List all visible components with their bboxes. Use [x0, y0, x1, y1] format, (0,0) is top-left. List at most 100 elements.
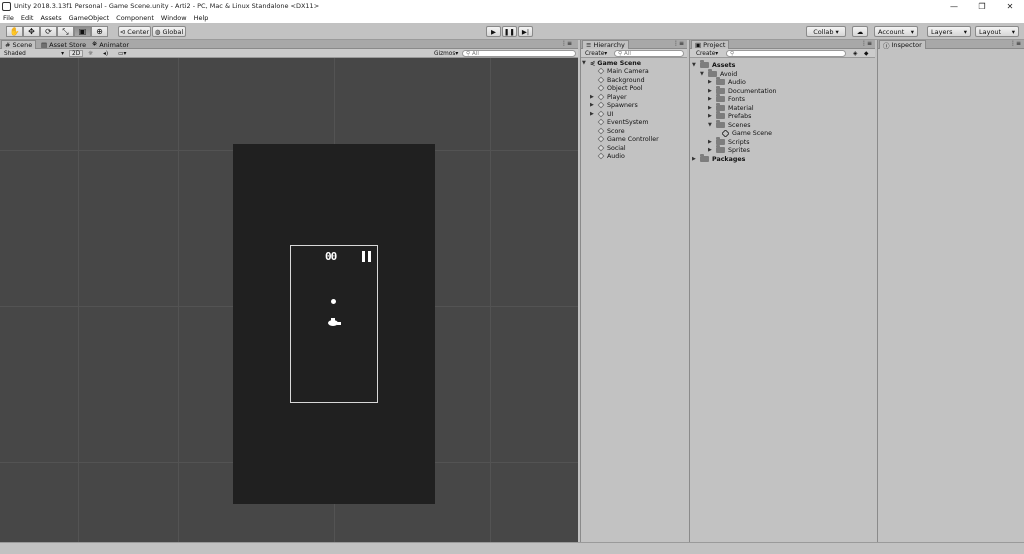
- collapse-arrow-icon[interactable]: ▶: [692, 156, 698, 162]
- collapse-arrow-icon[interactable]: ▶: [708, 79, 714, 85]
- hierarchy-item[interactable]: Main Camera: [597, 67, 649, 76]
- rect-tool-icon[interactable]: ▣: [74, 26, 91, 37]
- collapse-arrow-icon[interactable]: ▶: [708, 96, 714, 102]
- pause-icon: [362, 251, 372, 262]
- expand-arrow-icon[interactable]: ▼: [692, 62, 698, 68]
- close-button[interactable]: ✕: [996, 0, 1024, 12]
- effects-toggle-icon[interactable]: ▭▾: [116, 50, 128, 57]
- expand-arrow-icon[interactable]: ▼: [582, 60, 588, 66]
- filter-by-label-icon[interactable]: ◆: [862, 50, 870, 57]
- hierarchy-item[interactable]: EventSystem: [597, 118, 649, 127]
- menu-component[interactable]: Component: [116, 14, 154, 22]
- search-icon: ⚲: [730, 50, 735, 57]
- tab-animator[interactable]: ⛯ Animator: [89, 40, 132, 49]
- collab-button[interactable]: Collab ▾: [806, 26, 846, 37]
- layout-dropdown[interactable]: Layout ▾: [975, 26, 1019, 37]
- window-title: Unity 2018.3.13f1 Personal - Game Scene.…: [14, 2, 320, 10]
- scene-panel: # Scene ▤ Asset Store ⛯ Animator ⋮≡ Shaded ▾…: [0, 40, 578, 542]
- panel-menu-icon[interactable]: ⋮≡: [861, 40, 872, 47]
- expand-arrow-icon[interactable]: ▼: [700, 71, 706, 77]
- gameobject-icon: [597, 110, 605, 118]
- hierarchy-item[interactable]: Audio: [597, 152, 625, 161]
- dropdown-arrow-icon: ▾: [715, 50, 719, 57]
- collapse-arrow-icon[interactable]: ▶: [708, 139, 714, 145]
- project-packages-root[interactable]: ▶ Packages: [692, 154, 745, 164]
- project-create-dropdown[interactable]: Create ▾: [694, 50, 720, 57]
- pivot-toggle-button[interactable]: ⊲ Center: [118, 26, 151, 37]
- layers-dropdown[interactable]: Layers ▾: [927, 26, 971, 37]
- expand-arrow-icon[interactable]: ▼: [708, 122, 714, 128]
- 2d-mode-toggle[interactable]: 2D: [69, 50, 84, 57]
- project-folder[interactable]: ▶ Prefabs: [708, 111, 751, 121]
- menu-help[interactable]: Help: [194, 14, 209, 22]
- tab-asset-store[interactable]: ▤ Asset Store: [38, 40, 89, 49]
- search-icon: ⚲: [618, 50, 623, 57]
- project-folder[interactable]: ▶ Sprites: [708, 145, 750, 155]
- project-folder[interactable]: ▶ Fonts: [708, 94, 745, 104]
- scene-viewport[interactable]: 00: [0, 58, 578, 542]
- collapse-arrow-icon[interactable]: ▶: [590, 102, 596, 108]
- pause-button[interactable]: ❚❚: [502, 26, 517, 37]
- project-scene-asset[interactable]: Game Scene: [722, 129, 772, 138]
- grid-line: [490, 58, 491, 542]
- folder-icon: [716, 111, 725, 120]
- audio-toggle-icon[interactable]: ◂): [101, 50, 110, 57]
- hierarchy-item[interactable]: Game Controller: [597, 135, 659, 144]
- maximize-button[interactable]: ❐: [968, 0, 996, 12]
- cloud-button[interactable]: ☁: [852, 26, 868, 37]
- tab-inspector[interactable]: ⓘ Inspector: [879, 40, 926, 50]
- tab-scene[interactable]: # Scene: [1, 40, 37, 49]
- transform-tool-icon[interactable]: ⊕: [91, 26, 108, 37]
- panel-menu-icon[interactable]: ⋮≡: [561, 40, 572, 47]
- collapse-arrow-icon[interactable]: ▶: [708, 147, 714, 153]
- collapse-arrow-icon[interactable]: ▶: [708, 105, 714, 111]
- collapse-arrow-icon[interactable]: ▶: [708, 88, 714, 94]
- collapse-arrow-icon[interactable]: ▶: [590, 94, 596, 100]
- step-button[interactable]: ▶|: [518, 26, 533, 37]
- hierarchy-icon: ≡: [586, 41, 592, 49]
- player-sprite: [328, 318, 341, 326]
- gameobject-icon: [597, 93, 605, 101]
- gameobject-icon: [597, 101, 605, 109]
- gizmos-dropdown[interactable]: Gizmos ▾: [432, 50, 460, 57]
- hierarchy-item[interactable]: Object Pool: [597, 84, 643, 93]
- panel-menu-icon[interactable]: ⋮≡: [1010, 40, 1021, 47]
- menu-edit[interactable]: Edit: [21, 14, 34, 22]
- filter-by-type-icon[interactable]: ◈: [851, 50, 859, 57]
- play-button[interactable]: ▶: [486, 26, 501, 37]
- project-search-input[interactable]: ⚲: [726, 50, 846, 57]
- project-folder[interactable]: ▶ Audio: [708, 77, 746, 87]
- cloud-icon: ☁: [856, 27, 864, 36]
- collapse-arrow-icon[interactable]: ▶: [590, 111, 596, 117]
- menu-gameobject[interactable]: GameObject: [69, 14, 110, 22]
- hierarchy-item[interactable]: ▶ Spawners: [590, 101, 638, 110]
- inspector-tabstrip: ⓘ Inspector ⋮≡: [878, 40, 1024, 50]
- minimize-button[interactable]: —: [940, 0, 968, 12]
- hierarchy-search-input[interactable]: ⚲ All: [614, 50, 684, 57]
- info-icon: ⓘ: [883, 42, 890, 50]
- collapse-arrow-icon[interactable]: ▶: [708, 113, 714, 119]
- folder-icon: [716, 77, 725, 86]
- panel-menu-icon[interactable]: ⋮≡: [673, 40, 684, 47]
- project-assets-root[interactable]: ▼ Assets: [692, 60, 735, 70]
- shading-mode-dropdown[interactable]: Shaded ▾: [2, 50, 66, 57]
- hand-tool-icon[interactable]: ✋: [6, 26, 23, 37]
- menu-window[interactable]: Window: [161, 14, 187, 22]
- move-tool-icon[interactable]: ✥: [23, 26, 40, 37]
- scene-toolbar: Shaded ▾ 2D ☼ ◂) ▭▾ Gizmos ▾ ⚲ All: [0, 49, 578, 58]
- account-dropdown[interactable]: Account ▾: [874, 26, 918, 37]
- scene-search-input[interactable]: ⚲ All: [462, 50, 576, 57]
- rotate-tool-icon[interactable]: ⟳: [40, 26, 57, 37]
- hierarchy-tabstrip: ≡ Hierarchy ⋮≡: [581, 40, 687, 49]
- tab-hierarchy[interactable]: ≡ Hierarchy: [582, 40, 629, 49]
- menu-assets[interactable]: Assets: [40, 14, 61, 22]
- pause-button-icon: ❚❚: [504, 27, 515, 36]
- hierarchy-create-dropdown[interactable]: Create ▾: [583, 50, 609, 57]
- tab-project[interactable]: ▣ Project: [691, 40, 730, 49]
- menu-file[interactable]: File: [3, 14, 14, 22]
- lighting-toggle-icon[interactable]: ☼: [86, 50, 95, 57]
- space-toggle-button[interactable]: ◍ Global: [152, 26, 186, 37]
- scale-tool-icon[interactable]: ⤡: [57, 26, 74, 37]
- gameobject-icon: [597, 127, 605, 135]
- title-bar: Unity 2018.3.13f1 Personal - Game Scene.…: [0, 0, 1024, 12]
